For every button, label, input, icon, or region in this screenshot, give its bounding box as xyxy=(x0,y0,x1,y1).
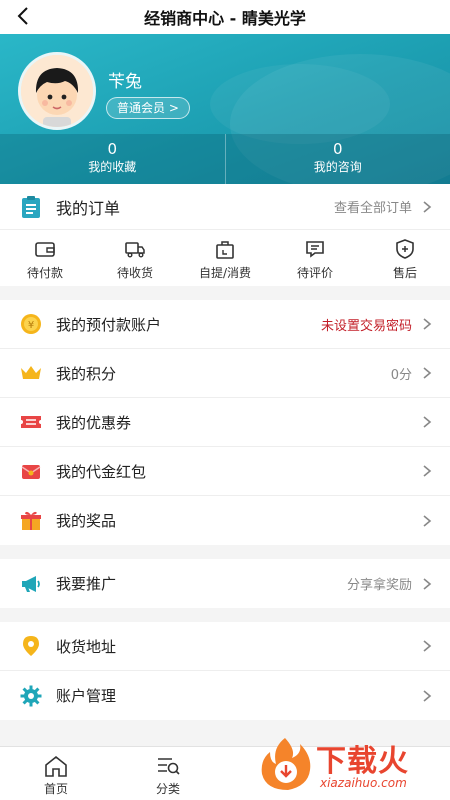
list-item-value: 分享拿奖励 xyxy=(346,578,412,593)
order-status-label: 待付款 xyxy=(26,266,63,280)
chevron-right-icon xyxy=(423,367,432,379)
order-status-label: 待评价 xyxy=(296,266,333,280)
list-item-label: 我要推广 xyxy=(56,575,117,593)
tab-label: 分类 xyxy=(155,782,180,796)
order-pickup[interactable]: 自提/消费 xyxy=(180,230,270,286)
list-item-red-envelope[interactable]: 我的代金红包 xyxy=(0,447,450,496)
avatar[interactable] xyxy=(18,52,96,130)
order-pending-review[interactable]: 待评价 xyxy=(270,230,360,286)
watermark-text: 下载火 xyxy=(316,744,409,779)
back-arrow-icon xyxy=(17,7,28,25)
list-item-address[interactable]: 收货地址 xyxy=(0,622,450,671)
flame-logo-icon xyxy=(261,738,311,790)
back-button[interactable] xyxy=(12,4,36,28)
section-gap xyxy=(0,545,450,559)
location-icon xyxy=(18,633,44,659)
stat-value: 0 xyxy=(332,140,343,158)
list-item-prepaid-account[interactable]: ¥ 我的预付款账户 未设置交易密码 xyxy=(0,300,450,349)
list-item-value: 0分 xyxy=(390,367,412,383)
category-icon xyxy=(158,758,180,775)
chevron-right-icon xyxy=(423,416,432,428)
chevron-right-icon xyxy=(423,689,432,702)
stat-label: 我的咨询 xyxy=(313,160,362,174)
list-item-label: 账户管理 xyxy=(56,687,117,705)
tab-label: 首页 xyxy=(43,782,68,796)
settings-list: 收货地址 账户管理 xyxy=(0,622,450,720)
list-item-label: 收货地址 xyxy=(56,637,117,656)
order-after-sales[interactable]: 售后 xyxy=(360,230,450,286)
list-item-coupons[interactable]: 我的优惠券 xyxy=(0,398,450,447)
order-status-label: 待收货 xyxy=(116,266,153,280)
list-item-account-management[interactable]: 账户管理 xyxy=(0,671,450,720)
stat-favorites[interactable]: 0 我的收藏 xyxy=(0,134,225,184)
wallet-icon xyxy=(35,242,55,257)
list-item-label: 我的积分 xyxy=(56,364,117,383)
home-icon xyxy=(45,755,67,777)
stat-value: 0 xyxy=(107,140,118,158)
chevron-right-icon xyxy=(423,200,432,213)
list-item-label: 我的优惠券 xyxy=(56,413,132,432)
list-item-prizes[interactable]: 我的奖品 xyxy=(0,496,450,545)
stat-inquiries[interactable]: 0 我的咨询 xyxy=(224,134,450,184)
red-envelope-icon xyxy=(18,458,44,484)
gift-icon xyxy=(18,508,44,534)
gear-icon xyxy=(18,683,44,709)
list-item-promote[interactable]: 我要推广 分享拿奖励 xyxy=(0,559,450,608)
view-all-orders-link[interactable]: 查看全部订单 xyxy=(334,197,412,216)
orders-section: 我的订单 查看全部订单 待付款 待收货 自提/消费 待评价 售后 xyxy=(0,184,450,286)
section-gap xyxy=(0,608,450,622)
list-item-value: 未设置交易密码 xyxy=(320,318,412,334)
section-gap xyxy=(0,286,450,300)
list-item-label: 我的奖品 xyxy=(56,512,117,530)
order-status-label: 自提/消费 xyxy=(198,266,252,280)
watermark-url: xiazaihuo.com xyxy=(320,776,407,790)
watermark: 下载火 xiazaihuo.com xyxy=(246,736,446,796)
tab-home[interactable]: 首页 xyxy=(0,747,112,800)
page-title: 经销商中心 - 睛美光学 xyxy=(144,9,306,28)
hero-decoration xyxy=(210,64,390,144)
order-pending-payment[interactable]: 待付款 xyxy=(0,230,90,286)
bag-icon xyxy=(216,241,234,259)
chevron-right-icon xyxy=(423,514,432,527)
chevron-right-icon xyxy=(423,577,432,590)
order-status-row: 待付款 待收货 自提/消费 待评价 售后 xyxy=(0,230,450,286)
comment-icon xyxy=(306,241,324,258)
list-item-points[interactable]: 我的积分 0分 xyxy=(0,349,450,398)
stats-bar: 0 我的收藏 0 我的咨询 xyxy=(0,134,450,184)
clipboard-icon xyxy=(22,195,40,218)
order-pending-delivery[interactable]: 待收货 xyxy=(90,230,180,286)
crown-icon xyxy=(18,360,44,386)
megaphone-icon xyxy=(18,571,44,597)
chevron-right-icon xyxy=(423,640,432,652)
coupon-icon xyxy=(18,409,44,435)
tab-category[interactable]: 分类 xyxy=(112,747,224,800)
list-item-label: 我的代金红包 xyxy=(56,462,147,481)
orders-header[interactable]: 我的订单 查看全部订单 xyxy=(0,184,450,230)
shield-icon xyxy=(396,239,414,259)
promo-list: 我要推广 分享拿奖励 xyxy=(0,559,450,608)
user-name: 苄兔 xyxy=(108,72,142,92)
order-status-label: 售后 xyxy=(392,266,417,280)
member-level-badge[interactable]: 普通会员 > xyxy=(106,97,190,119)
chevron-right-icon xyxy=(423,465,432,477)
truck-icon xyxy=(125,242,145,258)
account-list: ¥ 我的预付款账户 未设置交易密码 我的积分 0分 我的优惠券 我的代金红包 我… xyxy=(0,300,450,545)
chevron-right-icon xyxy=(423,318,432,330)
orders-title: 我的订单 xyxy=(56,198,121,218)
list-item-label: 我的预付款账户 xyxy=(56,315,162,334)
svg-text:¥: ¥ xyxy=(28,320,34,331)
avatar-boy-icon xyxy=(21,55,93,127)
page: 经销商中心 - 睛美光学 苄兔 普通会员 > 0 我的收藏 0 我的咨询 我的订… xyxy=(0,0,450,800)
stat-label: 我的收藏 xyxy=(88,160,137,174)
profile-header: 苄兔 普通会员 > 0 我的收藏 0 我的咨询 xyxy=(0,34,450,184)
top-bar: 经销商中心 - 睛美光学 xyxy=(0,0,450,34)
coin-icon: ¥ xyxy=(18,311,44,337)
